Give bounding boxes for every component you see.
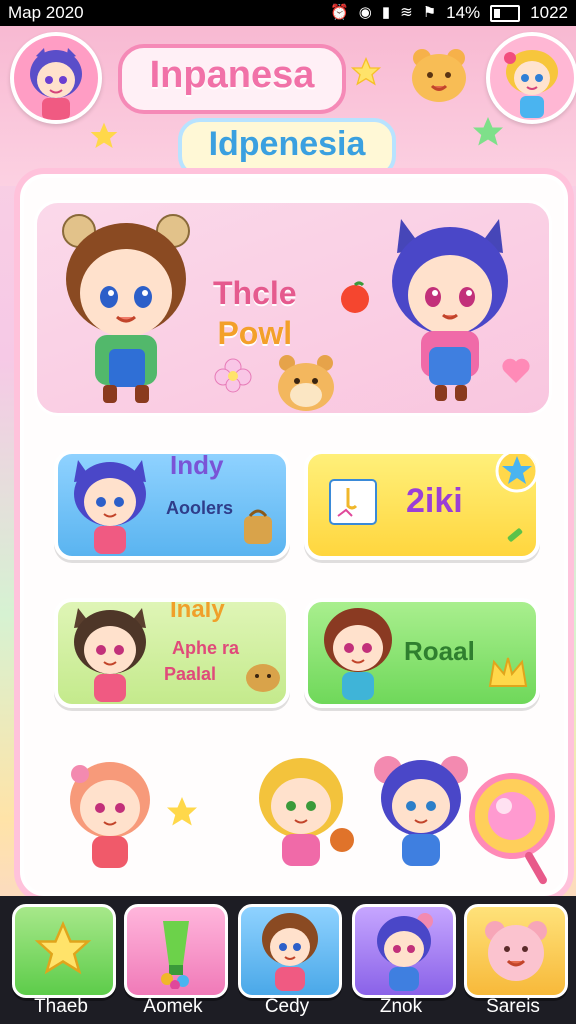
girl-avatar-icon xyxy=(30,48,82,120)
heart-fruit-icon xyxy=(341,281,369,313)
heart-icon xyxy=(502,358,530,383)
banner-line1: Thcle xyxy=(213,275,297,311)
card-indy[interactable]: Indy Aoolers xyxy=(54,450,290,560)
card-title: Inaly xyxy=(170,598,225,623)
purple-hair-boy-image[interactable] xyxy=(366,746,476,880)
main-panel: Thcle Powl Indy Aoolers 2iki Inaly Aphe … xyxy=(14,168,574,902)
profile-avatar-left[interactable] xyxy=(10,32,102,124)
lollipop-icon[interactable] xyxy=(464,770,560,890)
character-portrait-icon xyxy=(74,460,146,554)
star-icon xyxy=(167,797,197,826)
blonde-girl-avatar-icon xyxy=(504,50,558,118)
card-roaal[interactable]: Roaal xyxy=(304,598,540,708)
hamster-icon xyxy=(278,355,334,411)
character-portrait-icon xyxy=(324,608,392,700)
location-icon: ◉ xyxy=(358,4,372,21)
bear-face-icon xyxy=(485,921,547,981)
orange-hair-girl-image[interactable] xyxy=(60,750,160,880)
signal-icon: ▮ xyxy=(381,4,391,21)
nav-button-znok[interactable] xyxy=(352,904,456,998)
crayon-icon xyxy=(507,528,523,542)
card-subtitle-line2: Paalal xyxy=(164,664,217,684)
star-icon xyxy=(473,117,503,146)
app-title: Inpanesa xyxy=(118,44,346,114)
card-subtitle-line1: Aphe ra xyxy=(172,638,240,658)
character-portrait-icon xyxy=(74,608,146,702)
battery-percent: 14% xyxy=(446,3,481,22)
blonde-girl-image[interactable] xyxy=(246,748,356,882)
bear-face-icon xyxy=(412,49,466,102)
star-icon xyxy=(350,56,382,86)
nav-label-sareis: Sareis xyxy=(486,996,540,1017)
featured-banner[interactable]: Thcle Powl xyxy=(34,200,552,416)
flag-icon: ⚑ xyxy=(422,4,437,21)
nav-label-znok: Znok xyxy=(379,996,423,1017)
star-icon xyxy=(34,920,92,975)
wifi-icon: ≋ xyxy=(400,4,413,21)
nav-button-thaeb[interactable] xyxy=(12,904,116,998)
clock: 1022 xyxy=(530,3,568,22)
crown-icon xyxy=(488,657,528,687)
hamster-icon xyxy=(246,664,280,692)
banner-line2: Powl xyxy=(217,315,293,351)
card-subtitle: Aoolers xyxy=(166,498,234,518)
card-2iki[interactable]: 2iki xyxy=(304,450,540,560)
bottom-navigation: Thaeb Aomek Cedy Znok Sareis xyxy=(0,896,576,1024)
card-title: Indy xyxy=(170,450,224,480)
bag-icon xyxy=(244,509,272,544)
nav-button-cedy[interactable] xyxy=(238,904,342,998)
alarm-icon: ⏰ xyxy=(330,4,349,21)
notebook-icon xyxy=(329,479,377,525)
nav-label-cedy: Cedy xyxy=(264,996,310,1017)
paint-tube-icon xyxy=(161,921,189,989)
status-right: ⏰ ◉ ▮ ≋ ⚑ 14% 1022 xyxy=(330,0,568,26)
banner-text: Thcle Powl xyxy=(213,273,297,353)
card-title: Roaal xyxy=(404,636,475,666)
boy-character-image xyxy=(62,214,190,403)
star-badge-icon xyxy=(495,454,536,493)
girl-avatar-icon xyxy=(377,913,433,991)
nav-label-thaeb: Thaeb xyxy=(34,996,88,1017)
nav-button-aomek[interactable] xyxy=(124,904,228,998)
status-left-text: Map 2020 xyxy=(8,3,84,22)
profile-avatar-right[interactable] xyxy=(486,32,576,124)
nav-button-sareis[interactable] xyxy=(464,904,568,998)
flower-icon xyxy=(214,358,252,393)
card-inaly[interactable]: Inaly Aphe ra Paalal xyxy=(54,598,290,708)
status-bar: Map 2020 ⏰ ◉ ▮ ≋ ⚑ 14% 1022 xyxy=(0,0,576,26)
card-title: 2iki xyxy=(406,482,463,520)
star-icon xyxy=(90,122,118,148)
boy-avatar-icon xyxy=(262,913,318,991)
header: Inpanesa Idpenesia xyxy=(0,26,576,186)
nav-label-aomek: Aomek xyxy=(143,996,203,1017)
battery-icon xyxy=(490,4,521,22)
